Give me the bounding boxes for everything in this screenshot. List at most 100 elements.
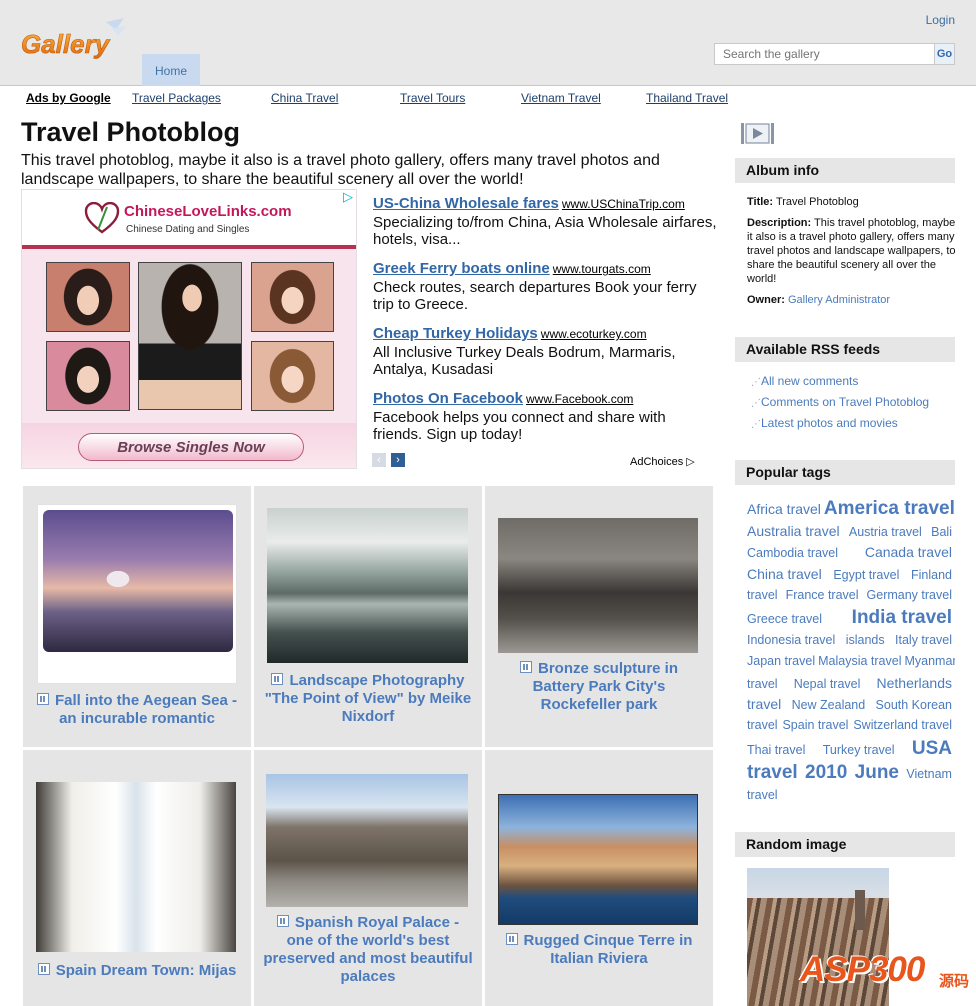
tag-link[interactable]: Finland [911,565,952,585]
rss-feed-label: Latest photos and movies [761,416,898,430]
search-input[interactable] [714,43,935,65]
ad-link-china-travel[interactable]: China Travel [271,91,338,105]
album-thumb-cell[interactable]: Rugged Cinque Terre in Italian Riviera [485,750,713,1006]
tag-link[interactable]: Egypt travel [833,565,899,585]
tag-link[interactable]: America travel [824,497,955,521]
tag-link[interactable]: Austria travel [849,522,922,542]
tag-link[interactable]: New Zealand [792,695,866,715]
album-caption[interactable]: Bronze sculpture in Battery Park City's … [493,660,705,714]
text-ad[interactable]: Photos On Facebook www.Facebook.com Faceb… [373,390,718,443]
album-caption[interactable]: Spanish Royal Palace - one of the world'… [262,914,474,986]
album-thumbnail[interactable] [36,782,236,952]
rss-feed-link[interactable]: ⋰Latest photos and movies [751,416,898,430]
browse-singles-button[interactable]: Browse Singles Now [78,433,304,461]
tag-link[interactable]: Japan travel [747,651,815,672]
ad-prev-button[interactable]: ‹ [372,453,386,467]
tag-link[interactable]: China travel [747,564,822,585]
tag-link[interactable]: Nepal travel [794,674,861,694]
text-ad[interactable]: US-China Wholesale fares www.USChinaTrip.… [373,195,718,248]
tag-link[interactable]: Canada travel [865,542,952,563]
album-caption[interactable]: Spain Dream Town: Mijas [29,962,245,980]
tab-home[interactable]: Home [142,54,200,86]
tag-line: Australia travel Austria travel Bali [747,521,955,542]
owner-link[interactable]: Gallery Administrator [788,294,890,306]
image-ad-banner[interactable]: ChineseLoveLinks.com Chinese Dating and … [21,189,357,469]
tag-link[interactable]: Indonesia travel [747,630,835,651]
album-thumb-cell[interactable]: Spain Dream Town: Mijas [23,750,251,1006]
gallery-logo[interactable]: Gallery [20,16,128,64]
rss-feed-link[interactable]: ⋰Comments on Travel Photoblog [751,395,929,409]
tag-link[interactable]: travel [747,761,798,785]
text-ad-domain[interactable]: www.Facebook.com [526,392,633,406]
tag-link[interactable]: travel [747,585,778,606]
tag-link[interactable]: 2010 [805,761,847,785]
rss-feed-link[interactable]: ⋰All new comments [751,374,858,388]
tag-link[interactable]: travel [747,715,778,736]
tag-link[interactable]: Switzerland travel [853,715,952,736]
tag-link[interactable]: Cambodia travel [747,543,838,563]
tag-link[interactable]: Germany travel [867,585,952,606]
tag-link[interactable]: South Korean [876,695,952,715]
album-title[interactable]: Landscape Photography "The Point of View… [265,672,471,725]
album-title[interactable]: Spanish Royal Palace - one of the world'… [263,914,472,985]
text-ad-headline[interactable]: US-China Wholesale fares [373,195,559,212]
text-ad-domain[interactable]: www.ecoturkey.com [541,327,647,341]
album-caption[interactable]: Landscape Photography "The Point of View… [262,672,474,726]
login-link[interactable]: Login [926,13,955,27]
text-ad-body: All Inclusive Turkey Deals Bodrum, Marma… [373,344,676,378]
tag-link[interactable]: Australia travel [747,521,840,542]
tag-link[interactable]: travel [747,694,781,715]
tag-link[interactable]: Africa travel [747,497,821,521]
adchoices-link[interactable]: AdChoices ▷ [630,455,695,468]
album-thumb-cell[interactable]: Spanish Royal Palace - one of the world'… [254,750,482,1006]
text-ad-headline[interactable]: Cheap Turkey Holidays [373,325,538,342]
text-ad-headline[interactable]: Photos On Facebook [373,390,523,407]
album-thumb-cell[interactable]: Fall into the Aegean Sea - an incurable … [23,486,251,747]
tag-link[interactable]: Thai travel [747,738,805,761]
tag-link[interactable]: June [855,761,899,785]
tag-link[interactable]: Greece travel [747,607,822,630]
tag-link[interactable]: Turkey travel [823,738,895,761]
text-ad[interactable]: Cheap Turkey Holidays www.ecoturkey.com A… [373,325,718,378]
album-thumbnail[interactable] [498,518,698,653]
album-title[interactable]: Fall into the Aegean Sea - an incurable … [55,692,237,727]
album-caption[interactable]: Fall into the Aegean Sea - an incurable … [29,692,245,728]
tag-link[interactable]: islands [846,630,885,651]
album-thumb-cell[interactable]: Landscape Photography "The Point of View… [254,486,482,747]
tag-link[interactable]: travel [747,785,778,806]
album-thumb-cell[interactable]: Bronze sculpture in Battery Park City's … [485,486,713,747]
tag-link[interactable]: India travel [852,606,952,630]
ad-link-vietnam-travel[interactable]: Vietnam Travel [521,91,601,105]
album-caption[interactable]: Rugged Cinque Terre in Italian Riviera [493,932,705,968]
tag-link[interactable]: Italy travel [895,630,952,651]
ad-link-travel-tours[interactable]: Travel Tours [400,91,465,105]
adchoices-icon[interactable]: ▷ [340,190,356,204]
search-go-button[interactable]: Go [934,43,955,65]
ads-by-google-label[interactable]: Ads by Google [26,91,111,105]
tag-link[interactable]: Malaysia travel [818,651,901,672]
tag-link[interactable]: Vietnam [906,762,952,785]
slideshow-icon[interactable] [740,121,775,146]
ad-next-button[interactable]: › [391,453,405,467]
tag-link[interactable]: Bali [931,522,952,542]
text-ad-headline[interactable]: Greek Ferry boats online [373,260,550,277]
album-title[interactable]: Spain Dream Town: Mijas [56,962,237,979]
ad-link-travel-packages[interactable]: Travel Packages [132,91,221,105]
album-thumbnail[interactable] [266,774,468,907]
tag-link[interactable]: Netherlands [877,673,953,694]
text-ad-domain[interactable]: www.tourgats.com [553,262,651,276]
text-ad-domain[interactable]: www.USChinaTrip.com [562,197,685,211]
tag-link[interactable]: travel [747,674,778,694]
tag-link[interactable]: Spain travel [782,715,848,736]
info-title-label: Title: [747,196,774,208]
album-thumbnail[interactable] [37,504,237,684]
ad-link-thailand-travel[interactable]: Thailand Travel [646,91,728,105]
tag-link[interactable]: USA [912,737,952,761]
text-ad[interactable]: Greek Ferry boats online www.tourgats.com… [373,260,718,313]
tag-link[interactable]: France travel [786,585,859,606]
album-thumbnail[interactable] [498,794,698,925]
album-thumbnail[interactable] [267,508,468,663]
album-title[interactable]: Rugged Cinque Terre in Italian Riviera [524,932,693,967]
album-title[interactable]: Bronze sculpture in Battery Park City's … [533,660,678,713]
tag-link[interactable]: Myanmar [904,651,955,672]
